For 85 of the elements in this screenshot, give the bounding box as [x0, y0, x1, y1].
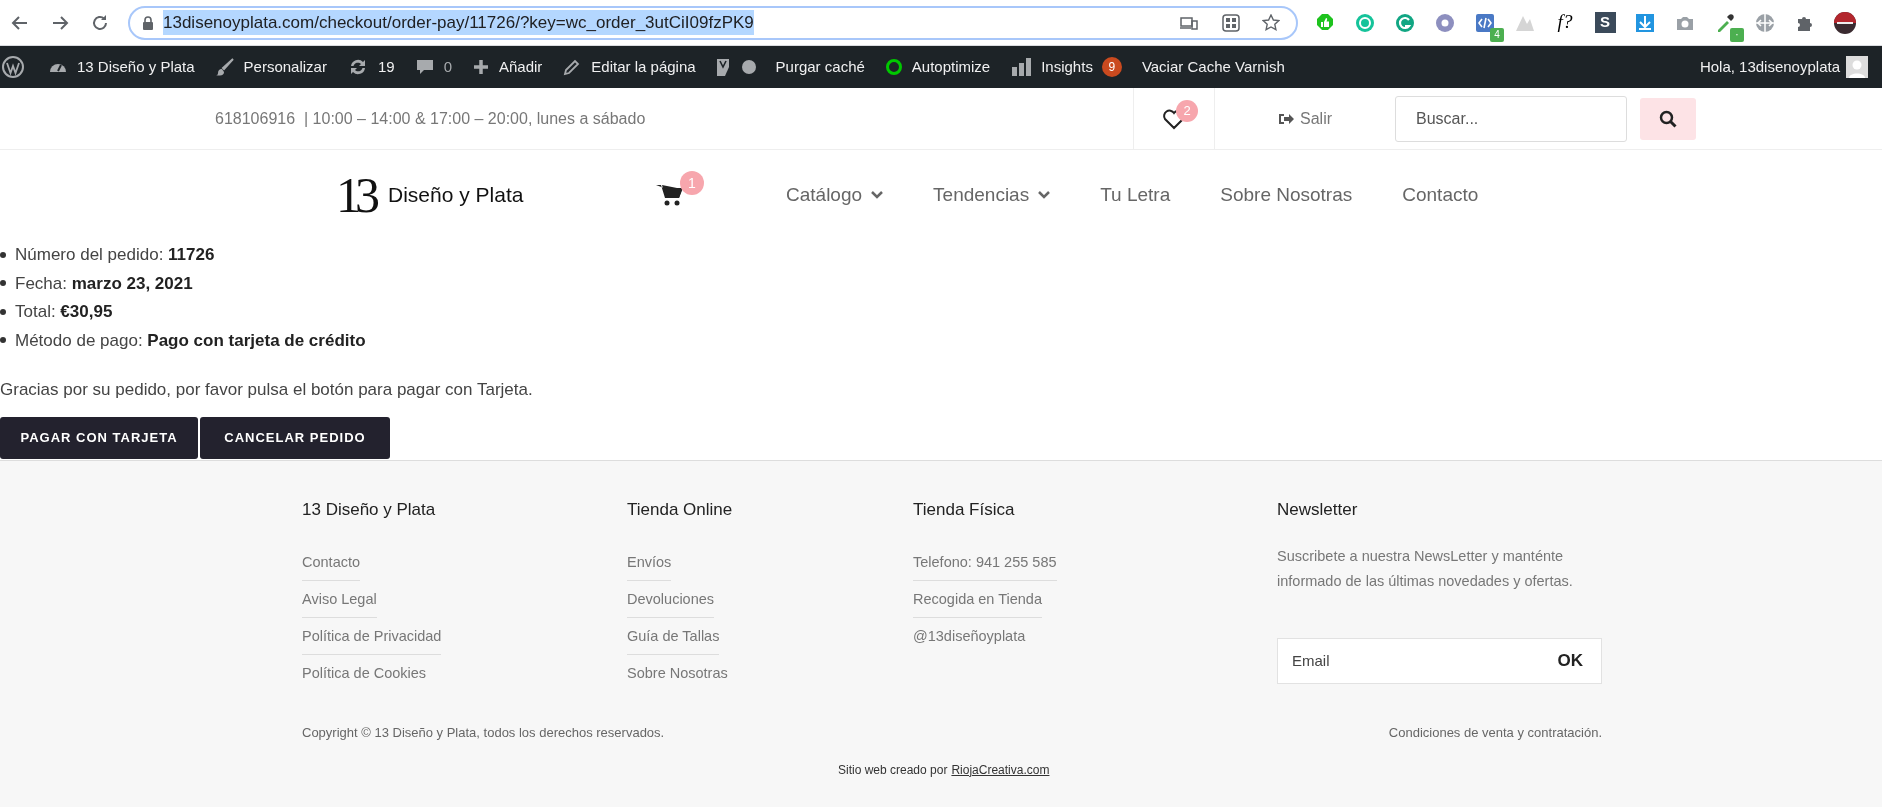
grammar-icon[interactable]: [1395, 12, 1415, 33]
wishlist-count-badge: 2: [1176, 100, 1198, 122]
footer-link[interactable]: Guía de Tallas: [627, 618, 720, 655]
footer-link[interactable]: Política de Cookies: [302, 655, 427, 691]
logout-link[interactable]: Salir: [1278, 106, 1332, 131]
footer-link[interactable]: Telefono: 941 255 585: [913, 544, 1057, 581]
cart-icon[interactable]: [656, 183, 684, 207]
lock-icon: [142, 15, 154, 30]
footer-link[interactable]: Envíos: [627, 544, 672, 581]
admin-bar-link[interactable]: Personalizar: [243, 55, 327, 79]
email-field[interactable]: Email OK: [1277, 638, 1602, 684]
count-badge: 9: [1101, 57, 1122, 77]
cart-count-badge: 1: [680, 171, 704, 195]
sign-out-icon: [1278, 111, 1294, 126]
footer-link[interactable]: Sobre Nosotras: [627, 655, 728, 691]
contact-info: 618106916 | 10:00 – 14:00 & 17:00 – 20:00, lunes a sábado: [215, 108, 647, 129]
nav-link[interactable]: Tendencias: [933, 180, 1051, 210]
credit-text: Sitio web creado por: [838, 761, 948, 779]
extension-badge: ·: [1730, 27, 1744, 42]
extension-badge: 4: [1490, 27, 1504, 42]
globe-icon[interactable]: [1755, 12, 1775, 33]
footer-link[interactable]: Recogida en Tienda: [913, 581, 1042, 618]
status-ring-icon: [884, 58, 903, 76]
site-logo[interactable]: 13 Diseño y Plata: [336, 170, 656, 220]
profile-avatar-icon[interactable]: [1833, 10, 1857, 35]
address-bar[interactable]: 13disenoyplata.com/checkout/order-pay/11726/?key=wc_order_3utCiI09fzPK9: [128, 5, 1298, 40]
pay-button[interactable]: PAGAR CON TARJETA: [0, 416, 198, 459]
devices-icon[interactable]: [1180, 14, 1198, 31]
order-detail: Total: €30,95: [15, 301, 113, 323]
brush-icon: [214, 57, 235, 77]
admin-bar-link[interactable]: Insights: [1041, 55, 1093, 79]
admin-bar-link[interactable]: 13 Diseño y Plata: [77, 55, 195, 79]
disc-icon[interactable]: [1435, 12, 1455, 33]
order-detail: Número del pedido: 11726: [15, 244, 215, 266]
bullet-icon: [0, 337, 6, 344]
newsletter-text: Suscribete a nuestra NewsLetter y manténte informado de las últimas novedades y ofertas.: [1277, 547, 1574, 591]
admin-bar-link[interactable]: 19: [377, 55, 395, 79]
bullet-icon: [0, 308, 6, 315]
admin-bar-link[interactable]: 0: [443, 55, 452, 79]
copyright-text: Copyright © 13 Diseño y Plata, todos los derechos reservados.: [302, 724, 665, 742]
plus-icon: [472, 58, 490, 76]
star-icon[interactable]: [1262, 13, 1280, 32]
search-icon: [1659, 109, 1677, 128]
account-greeting[interactable]: Hola, 13disenoyplata: [1699, 55, 1840, 79]
search-button[interactable]: [1640, 97, 1696, 140]
footer-heading: Tienda Física: [913, 498, 1016, 521]
order-detail: Fecha: marzo 23, 2021: [15, 272, 193, 295]
order-message: Gracias por su pedido, por favor pulsa el botón para pagar con Tarjeta.: [0, 379, 534, 401]
extension-button[interactable]: f?: [1557, 8, 1573, 37]
subscribe-button[interactable]: OK: [1557, 648, 1583, 674]
footer-link[interactable]: Política de Privacidad: [302, 618, 442, 655]
nav-link[interactable]: Catálogo: [786, 180, 884, 210]
code-icon[interactable]: [1475, 12, 1495, 33]
terms-link[interactable]: Condiciones de venta y contratación.: [1388, 723, 1602, 743]
admin-bar-link[interactable]: Editar la página: [591, 55, 696, 79]
seo-plugin-icon: [715, 56, 756, 78]
footer-link[interactable]: Devoluciones: [627, 581, 715, 618]
cancel-order-button[interactable]: CANCELAR PEDIDO: [200, 416, 390, 459]
credit-link[interactable]: RiojaCreativa.com: [951, 760, 1050, 779]
nav-link[interactable]: Sobre Nosotras: [1220, 180, 1353, 210]
extension-button[interactable]: S: [1594, 12, 1616, 33]
nav-link[interactable]: Tu Letra: [1100, 180, 1171, 210]
download-icon[interactable]: [1635, 12, 1655, 33]
comment-icon: [414, 57, 435, 77]
footer-heading: Newsletter: [1277, 498, 1359, 521]
admin-bar-link[interactable]: Vaciar Cache Varnish: [1141, 55, 1285, 79]
thumbs-up-icon[interactable]: [1315, 12, 1335, 33]
bullet-icon: [0, 251, 6, 258]
footer-heading: 13 Diseño y Plata: [302, 498, 437, 521]
bullet-icon: [0, 280, 6, 287]
admin-bar-link[interactable]: Añadir: [499, 55, 543, 79]
bar-chart-icon: [1010, 56, 1033, 78]
admin-bar-link[interactable]: Autoptimize: [911, 55, 991, 79]
wordpress-icon[interactable]: [2, 56, 24, 78]
grid-icon[interactable]: [1222, 13, 1240, 32]
url-text: 13disenoyplata.com/checkout/order-pay/11726/?key=wc_order_3utCiI09fzPK9: [163, 9, 754, 36]
nav-link[interactable]: Contacto: [1402, 180, 1479, 210]
eyedropper-icon[interactable]: [1715, 12, 1735, 33]
footer-link[interactable]: Contacto: [302, 544, 361, 581]
admin-bar-link[interactable]: Purgar caché: [775, 55, 865, 79]
footer-heading: Tienda Online: [627, 498, 734, 521]
search-field[interactable]: Buscar...: [1395, 95, 1627, 142]
footer-link[interactable]: @13diseñoyplata: [913, 618, 1026, 654]
footer-link[interactable]: Aviso Legal: [302, 581, 377, 618]
order-detail: Método de pago: Pago con tarjeta de crédito: [15, 329, 366, 352]
